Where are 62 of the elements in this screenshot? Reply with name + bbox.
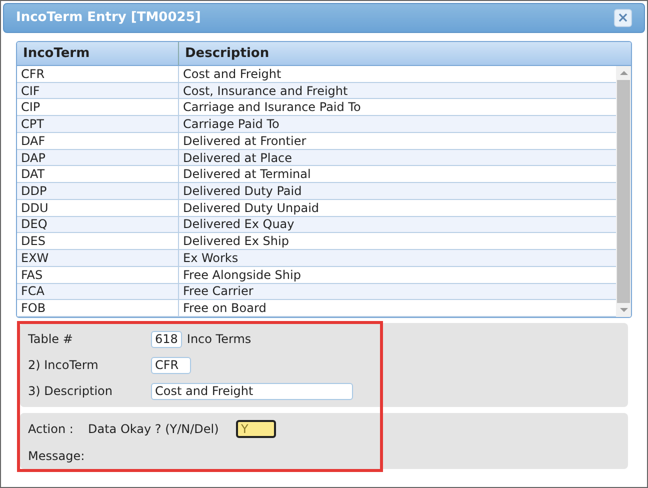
- table-row[interactable]: DAT Delivered at Terminal: [17, 166, 616, 184]
- table-cell-text: Delivered at Terminal: [182, 166, 312, 182]
- table-cell-text: Free Carrier: [182, 284, 254, 300]
- field-label: 2) IncoTerm: [28, 357, 100, 374]
- incoterm-field[interactable]: CFR: [151, 356, 191, 374]
- table-cell: DDP: [17, 183, 179, 199]
- table-row[interactable]: DDU Delivered Duty Unpaid: [17, 200, 616, 217]
- table-row[interactable]: CFR Cost and Freight: [17, 66, 616, 83]
- table-row[interactable]: DAP Delivered at Place: [17, 150, 616, 166]
- table-cell-text: Carriage Paid To: [182, 116, 280, 132]
- column-header[interactable]: IncoTerm: [17, 42, 179, 65]
- table-cell-text: Delivered Duty Paid: [182, 183, 303, 199]
- table-row[interactable]: EXW Ex Works: [17, 250, 616, 267]
- table-cell: DES: [17, 233, 179, 250]
- table-cell: FCA: [17, 284, 179, 300]
- table-cell-text: Delivered Ex Ship: [182, 233, 290, 250]
- field-label: Table #: [28, 331, 74, 348]
- table-row[interactable]: DDP Delivered Duty Paid: [17, 183, 616, 200]
- table-row[interactable]: DES Delivered Ex Ship: [17, 233, 616, 250]
- table-cell: CIF: [17, 82, 179, 98]
- table-cell: DAP: [17, 150, 179, 166]
- column-header[interactable]: Description: [179, 42, 615, 65]
- table-cell-text: Ex Works: [182, 250, 240, 266]
- table-cell-text: Delivered at Frontier: [182, 132, 308, 149]
- field-label: 3) Description: [28, 383, 114, 400]
- table-row[interactable]: CPT Carriage Paid To: [17, 116, 616, 133]
- table-row[interactable]: CIF Cost, Insurance and Freight: [17, 82, 616, 100]
- table-name: Inco Terms: [186, 331, 252, 348]
- table-cell-text: Free Alongside Ship: [182, 266, 302, 283]
- table-cell: FAS: [17, 266, 179, 283]
- scrollbar[interactable]: [616, 66, 631, 317]
- table-cell-text: Cost and Freight: [182, 66, 282, 82]
- table-cell: CPT: [17, 116, 179, 132]
- table-row[interactable]: DAF Delivered at Frontier: [17, 132, 616, 150]
- message-label: Message:: [28, 448, 86, 465]
- table-cell: DAF: [17, 132, 179, 149]
- confirm-field[interactable]: Y: [236, 420, 276, 438]
- description-field[interactable]: Cost and Freight: [151, 382, 353, 400]
- table-cell-text: Free on Board: [182, 300, 268, 316]
- table-row[interactable]: DEQ Delivered Ex Quay: [17, 216, 616, 234]
- table-cell: CIP: [17, 99, 179, 116]
- scroll-up-icon[interactable]: [620, 70, 628, 76]
- table-cell: CFR: [17, 66, 179, 82]
- table-row[interactable]: FOB Free on Board: [17, 300, 616, 317]
- table-cell: FOB: [17, 300, 179, 316]
- table-cell: DAT: [17, 166, 179, 182]
- table-cell-text: Carriage and Isurance Paid To: [182, 99, 362, 116]
- table-cell-text: Cost, Insurance and Freight: [182, 82, 349, 98]
- prompt-label: Data Okay ? (Y/N/Del): [88, 421, 220, 438]
- table-row[interactable]: CIP Carriage and Isurance Paid To: [17, 99, 616, 116]
- table-cell-text: Delivered Ex Quay: [182, 216, 296, 232]
- window-title: IncoTerm Entry [TM0025]: [16, 9, 201, 28]
- scroll-down-icon[interactable]: [620, 307, 628, 313]
- table-cell-text: Delivered Duty Unpaid: [182, 200, 320, 216]
- table-number-field[interactable]: 618: [151, 330, 182, 348]
- table-cell: EXW: [17, 250, 179, 266]
- table-cell-text: Delivered at Place: [182, 150, 294, 166]
- table-cell: DDU: [17, 200, 179, 216]
- action-label: Action :: [28, 421, 74, 438]
- table-row[interactable]: FAS Free Alongside Ship: [17, 266, 616, 284]
- table-cell: DEQ: [17, 216, 179, 232]
- table-row[interactable]: FCA Free Carrier: [17, 284, 616, 300]
